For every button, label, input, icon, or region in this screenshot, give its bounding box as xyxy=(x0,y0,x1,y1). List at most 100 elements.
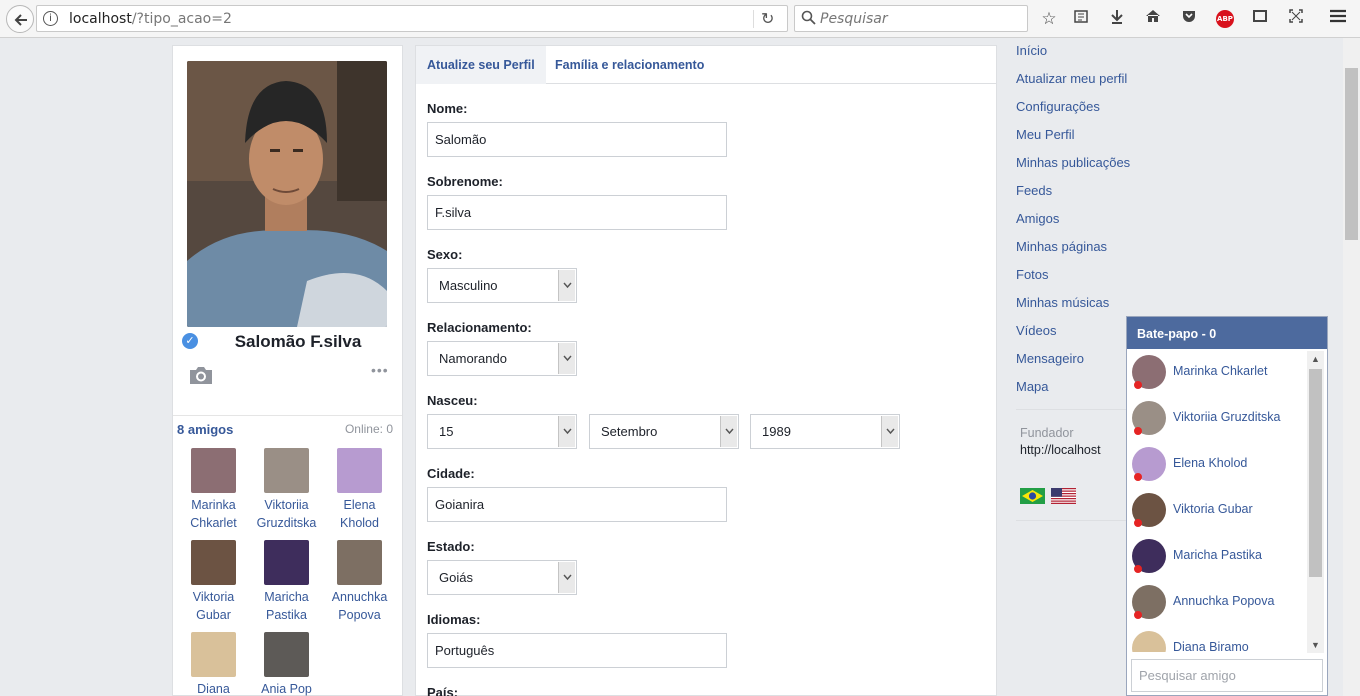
born-month-select[interactable]: Setembro xyxy=(589,414,739,449)
chat-contact-name: Viktoriia Gruzditska xyxy=(1173,410,1281,424)
country-label: País: xyxy=(427,685,459,696)
home-icon[interactable] xyxy=(1142,8,1164,30)
name-label: Nome: xyxy=(427,101,468,116)
brazil-flag-icon[interactable] xyxy=(1020,488,1045,504)
page-scrollbar[interactable] xyxy=(1343,38,1360,696)
friend-card[interactable]: Annuchka Popova xyxy=(323,540,396,624)
tab-family-relationship[interactable]: Família e relacionamento xyxy=(544,46,715,84)
address-bar[interactable]: i localhost/?tipo_acao=2 ↻ xyxy=(36,5,788,32)
friend-avatar[interactable] xyxy=(337,540,382,585)
friend-avatar[interactable] xyxy=(264,448,309,493)
download-icon[interactable] xyxy=(1106,8,1128,30)
profile-photo[interactable] xyxy=(187,61,387,327)
relationship-label: Relacionamento: xyxy=(427,320,532,335)
friend-card[interactable]: Viktoria Gubar xyxy=(177,540,250,624)
friend-name[interactable]: Marinka Chkarlet xyxy=(177,496,250,532)
chat-contact[interactable]: Annuchka Popova xyxy=(1132,582,1307,622)
friend-name[interactable]: Elena Kholod xyxy=(323,496,396,532)
friend-avatar[interactable] xyxy=(191,632,236,677)
friend-avatar[interactable] xyxy=(191,448,236,493)
search-icon xyxy=(801,10,816,25)
nav-link-my-pages[interactable]: Minhas páginas xyxy=(1016,239,1107,254)
screenshot-icon[interactable] xyxy=(1285,8,1307,30)
tab-update-profile[interactable]: Atualize seu Perfil xyxy=(416,46,546,84)
info-icon[interactable]: i xyxy=(43,11,58,26)
chat-contact[interactable]: Viktoriia Gruzditska xyxy=(1132,398,1307,438)
nav-divider xyxy=(1016,520,1128,521)
scroll-down-icon[interactable]: ▼ xyxy=(1307,637,1324,653)
friend-card[interactable]: Marinka Chkarlet xyxy=(177,448,250,532)
url-separator xyxy=(753,10,754,28)
chat-contact[interactable]: Elena Kholod xyxy=(1132,444,1307,484)
friend-name[interactable]: Viktoria Gubar xyxy=(177,588,250,624)
sex-value: Masculino xyxy=(439,278,498,293)
scroll-up-icon[interactable]: ▲ xyxy=(1307,351,1324,367)
chat-contact[interactable]: Marinka Chkarlet xyxy=(1132,352,1307,392)
born-year-select[interactable]: 1989 xyxy=(750,414,900,449)
sex-select[interactable]: Masculino xyxy=(427,268,577,303)
nav-link-friends[interactable]: Amigos xyxy=(1016,211,1059,226)
chat-contact[interactable]: Viktoria Gubar xyxy=(1132,490,1307,530)
surname-label: Sobrenome: xyxy=(427,174,503,189)
friend-card[interactable]: Ania Pop xyxy=(250,632,323,696)
offline-status-icon xyxy=(1134,611,1142,619)
chat-contact[interactable]: Maricha Pastika xyxy=(1132,536,1307,576)
city-input[interactable]: Goianira xyxy=(427,487,727,522)
friend-name[interactable]: Viktoriia Gruzditska xyxy=(250,496,323,532)
relationship-value: Namorando xyxy=(439,351,507,366)
friend-card[interactable]: Maricha Pastika xyxy=(250,540,323,624)
founder-url: http://localhost xyxy=(1020,443,1101,457)
friend-card[interactable]: Elena Kholod xyxy=(323,448,396,532)
menu-icon[interactable] xyxy=(1327,8,1349,30)
friend-avatar[interactable] xyxy=(191,540,236,585)
nav-link-my-posts[interactable]: Minhas publicações xyxy=(1016,155,1130,170)
page-scroll-thumb[interactable] xyxy=(1345,68,1358,240)
friend-name[interactable]: Annuchka Popova xyxy=(323,588,396,624)
chevron-down-icon xyxy=(881,416,898,447)
back-button[interactable] xyxy=(6,5,34,33)
adblock-icon[interactable]: ABP xyxy=(1216,10,1234,28)
friend-avatar[interactable] xyxy=(264,540,309,585)
nav-link-my-music[interactable]: Minhas músicas xyxy=(1016,295,1109,310)
languages-input[interactable]: Português xyxy=(427,633,727,668)
friend-card[interactable]: Viktoriia Gruzditska xyxy=(250,448,323,532)
usa-flag-icon[interactable] xyxy=(1051,488,1076,504)
friends-count-link[interactable]: 8 amigos xyxy=(177,422,233,437)
nav-link-photos[interactable]: Fotos xyxy=(1016,267,1049,282)
friend-name[interactable]: Ania Pop xyxy=(250,680,323,696)
friend-name[interactable]: Maricha Pastika xyxy=(250,588,323,624)
state-select[interactable]: Goiás xyxy=(427,560,577,595)
offline-status-icon xyxy=(1134,473,1142,481)
nav-link-feeds[interactable]: Feeds xyxy=(1016,183,1052,198)
chat-scrollbar[interactable]: ▲ ▼ xyxy=(1307,351,1324,653)
camera-icon[interactable] xyxy=(188,364,214,386)
nav-link-my-profile[interactable]: Meu Perfil xyxy=(1016,127,1075,142)
nav-link-settings[interactable]: Configurações xyxy=(1016,99,1100,114)
chat-contact-name: Diana Biramo xyxy=(1173,640,1249,652)
friend-avatar[interactable] xyxy=(337,448,382,493)
window-icon[interactable] xyxy=(1249,8,1271,30)
nav-link-messenger[interactable]: Mensageiro xyxy=(1016,351,1084,366)
relationship-select[interactable]: Namorando xyxy=(427,341,577,376)
browser-search-bar[interactable]: Pesquisar xyxy=(794,5,1028,32)
nav-link-videos[interactable]: Vídeos xyxy=(1016,323,1056,338)
nav-link-inicio[interactable]: Início xyxy=(1016,43,1047,58)
surname-input[interactable]: F.silva xyxy=(427,195,727,230)
bookmark-star-icon[interactable]: ☆ xyxy=(1038,8,1060,30)
name-input[interactable]: Salomão xyxy=(427,122,727,157)
reading-list-icon[interactable] xyxy=(1070,8,1092,30)
pocket-icon[interactable] xyxy=(1178,8,1200,30)
friend-name[interactable]: Diana xyxy=(177,680,250,696)
reload-icon[interactable]: ↻ xyxy=(761,9,774,29)
more-options-icon[interactable]: ••• xyxy=(371,362,389,378)
chat-header[interactable]: Bate-papo - 0 xyxy=(1127,317,1327,349)
friend-avatar[interactable] xyxy=(264,632,309,677)
chat-scroll-thumb[interactable] xyxy=(1309,369,1322,577)
nav-link-update-profile[interactable]: Atualizar meu perfil xyxy=(1016,71,1127,86)
card-divider xyxy=(173,415,402,416)
chat-search-input[interactable]: Pesquisar amigo xyxy=(1131,659,1323,692)
friend-card[interactable]: Diana xyxy=(177,632,250,696)
chat-contact[interactable]: Diana Biramo xyxy=(1132,628,1307,652)
nav-link-map[interactable]: Mapa xyxy=(1016,379,1049,394)
born-day-select[interactable]: 15 xyxy=(427,414,577,449)
